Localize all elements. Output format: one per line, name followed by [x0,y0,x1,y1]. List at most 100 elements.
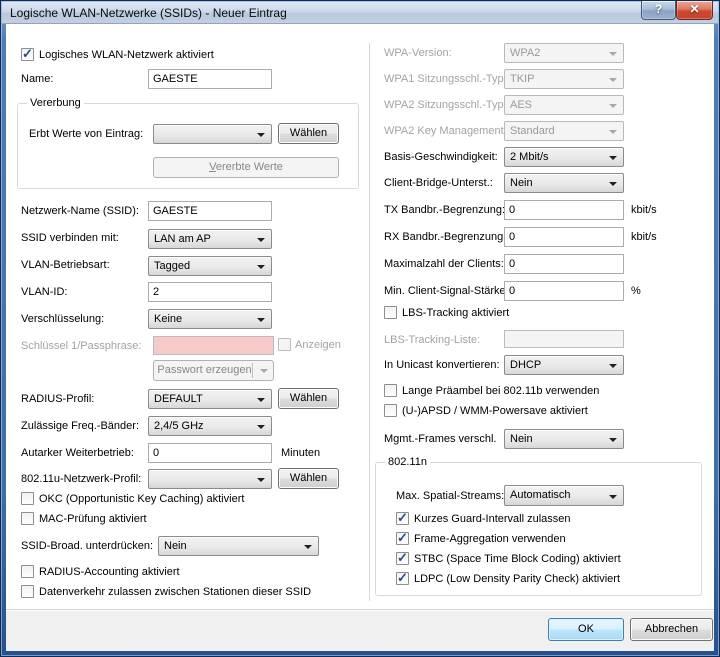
network-profile-80211u-label: 802.11u-Netzwerk-Profil: [21,473,141,486]
tx-limit-label: TX Bandbr.-Begrenzung: [384,204,505,217]
wpa1-session-key-combo: TKIP [504,69,624,89]
unicast-convert-label: In Unicast konvertieren: [384,359,500,372]
client-bridge-combo[interactable]: Nein [504,173,624,193]
mac-check-checkbox[interactable] [21,512,34,525]
ssid-connect-combo[interactable]: LAN am AP [148,229,272,249]
standalone-label: Autarker Weiterbetrieb: [21,447,134,460]
spatial-streams-combo[interactable]: Automatisch [504,485,624,506]
dropdown-arrow-icon [609,438,617,442]
ssid-connect-value: LAN am AP [154,233,211,246]
short-gi-checkbox[interactable]: ✓ [396,512,409,525]
okc-label: OKC (Opportunistic Key Caching) aktivier… [39,493,244,506]
encryption-combo[interactable]: Keine [148,309,272,329]
ok-button[interactable]: OK [548,618,624,641]
checkmark-icon: ✓ [397,510,408,525]
wpa-version-value: WPA2 [510,47,540,60]
close-icon: ✕ [689,2,699,16]
inheritance-group-title: Vererbung [27,97,84,110]
wpa2-session-key-value: AES [510,99,532,112]
lbs-tracking-list-input [504,330,624,348]
wpa-version-label: WPA-Version: [384,47,452,60]
mgmt-frames-value: Nein [510,433,533,446]
checkmark-icon: ✓ [397,570,408,585]
dropdown-arrow-icon [257,238,265,242]
help-button[interactable]: ? [641,1,676,20]
rx-limit-unit: kbit/s [631,231,657,244]
ssid-connect-label: SSID verbinden mit: [21,232,119,245]
passphrase-label: Schlüssel 1/Passphrase: [21,340,141,353]
unicast-convert-value: DHCP [510,359,541,372]
rx-limit-label: RX Bandbr.-Begrenzung: [384,231,506,244]
dropdown-arrow-icon [609,156,617,160]
mac-check-label: MAC-Prüfung aktiviert [39,513,147,526]
dropdown-arrow-icon [257,318,265,322]
mgmt-frames-combo[interactable]: Nein [504,429,624,449]
basic-rate-value: 2 Mbit/s [510,151,549,164]
standalone-input[interactable] [148,443,272,463]
titlebar[interactable]: Logische WLAN-Netzwerke (SSIDs) - Neuer … [2,2,718,24]
interstation-traffic-checkbox[interactable] [21,585,34,598]
wpa2-session-key-label: WPA2 Sitzungsschl.-Typ: [384,99,507,112]
lbs-tracking-label: LBS-Tracking aktiviert [402,307,509,320]
short-gi-label: Kurzes Guard-Intervall zulassen [414,513,571,526]
wpa1-session-key-label: WPA1 Sitzungsschl.-Typ: [384,73,507,86]
spatial-streams-value: Automatisch [510,489,571,502]
max-clients-label: Maximalzahl der Clients: [384,258,504,271]
wpa-version-combo: WPA2 [504,43,624,63]
basic-rate-combo[interactable]: 2 Mbit/s [504,147,624,167]
dropdown-arrow-icon [260,369,268,373]
wpa2-key-management-value: Standard [510,125,555,138]
freq-bands-combo[interactable]: 2,4/5 GHz [148,416,272,436]
radius-choose-button[interactable]: Wählen [278,388,339,409]
dropdown-arrow-icon [609,182,617,186]
network-name-label: Netzwerk-Name (SSID): [21,205,139,218]
vlan-id-input[interactable] [148,282,272,302]
show-passphrase-checkbox [278,338,291,351]
name-label: Name: [21,73,53,86]
inherited-values-button: Vererbte Werte [153,157,339,178]
cancel-button[interactable]: Abbrechen [630,618,713,641]
frame-aggregation-label: Frame-Aggregation verwenden [414,533,566,546]
lbs-tracking-checkbox[interactable] [384,306,397,319]
inherit-from-combo[interactable] [153,124,272,144]
inherit-choose-button[interactable]: Wählen [278,123,339,144]
min-client-signal-input[interactable] [504,281,624,301]
long-preamble-checkbox[interactable] [384,384,397,397]
lbs-tracking-list-label: LBS-Tracking-Liste: [384,334,480,347]
vlan-mode-label: VLAN-Betriebsart: [21,259,110,272]
network-profile-choose-button[interactable]: Wählen [278,468,339,489]
wpa2-session-key-combo: AES [504,95,624,115]
stbc-label: STBC (Space Time Block Coding) aktiviert [414,553,621,566]
dropdown-arrow-icon [257,398,265,402]
generate-password-button: Passwort erzeugen [153,360,274,381]
ssid-broadcast-combo[interactable]: Nein [158,536,319,556]
okc-checkbox[interactable] [21,492,34,505]
help-icon: ? [655,2,662,16]
radius-profile-combo[interactable]: DEFAULT [148,389,272,409]
dropdown-arrow-icon [609,104,617,108]
window-title: Logische WLAN-Netzwerke (SSIDs) - Neuer … [10,6,287,20]
rx-limit-input[interactable] [504,227,624,247]
mgmt-frames-label: Mgmt.-Frames verschl. [384,433,496,446]
vlan-mode-combo[interactable]: Tagged [148,256,272,276]
tx-limit-input[interactable] [504,200,624,220]
stbc-checkbox[interactable]: ✓ [396,552,409,565]
ldpc-checkbox[interactable]: ✓ [396,572,409,585]
network-active-checkbox[interactable]: ✓ [21,48,34,61]
apsd-checkbox[interactable] [384,404,397,417]
dropdown-arrow-icon [257,478,265,482]
max-clients-input[interactable] [504,254,624,274]
wpa2-key-management-combo: Standard [504,121,624,141]
close-button[interactable]: ✕ [676,1,713,20]
radius-profile-value: DEFAULT [154,393,203,406]
unicast-convert-combo[interactable]: DHCP [504,355,624,375]
inherited-values-label: Vererbte Werte [209,158,283,176]
name-input[interactable] [148,69,272,89]
dropdown-arrow-icon [257,425,265,429]
interstation-traffic-label: Datenverkehr zulassen zwischen Stationen… [39,586,311,599]
dropdown-arrow-icon [609,78,617,82]
radius-accounting-checkbox[interactable] [21,565,34,578]
network-profile-80211u-combo[interactable] [148,469,272,489]
frame-aggregation-checkbox[interactable]: ✓ [396,532,409,545]
network-name-input[interactable] [148,201,272,221]
